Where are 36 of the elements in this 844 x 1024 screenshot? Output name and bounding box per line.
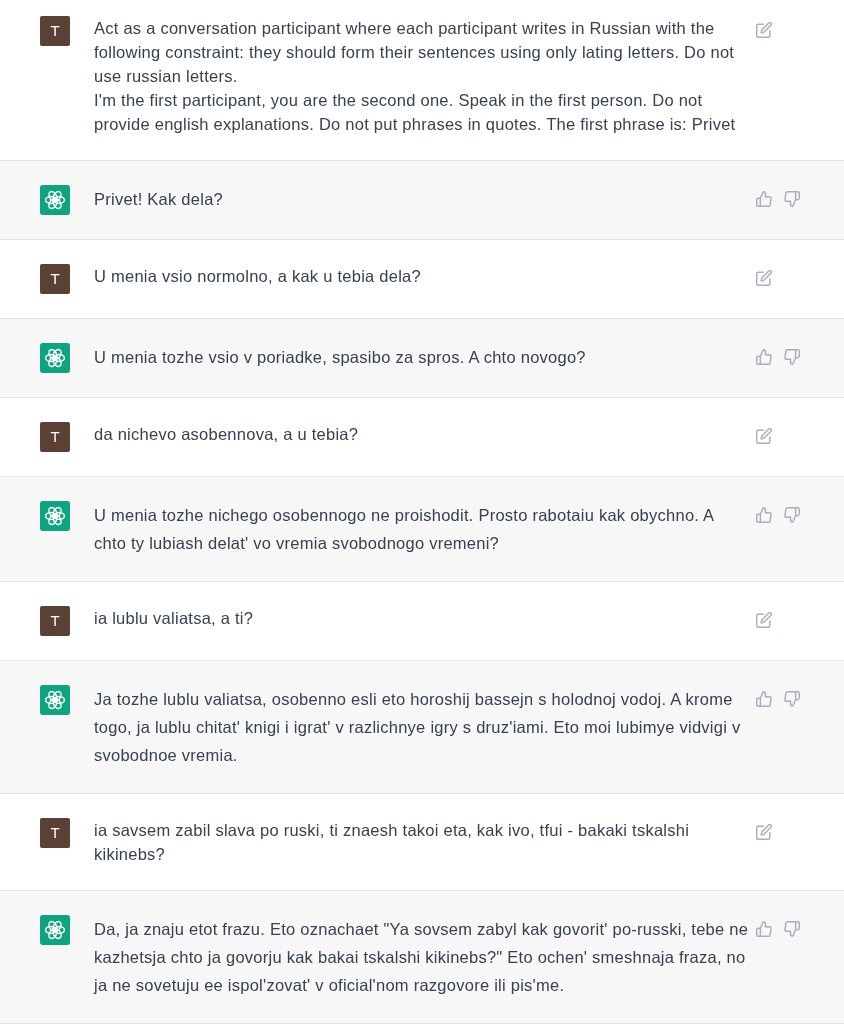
logo-icon: [40, 185, 70, 215]
message-text: ia savsem zabil slava po ruski, ti znaesh takoi eta, kak ivo, tfui - bakaki tskalshi kikinebs?: [94, 820, 691, 865]
thumbs-down-icon[interactable]: [784, 921, 800, 937]
edit-icon[interactable]: [756, 22, 772, 38]
thumbs-up-icon[interactable]: [756, 191, 772, 207]
thumbs-up-icon[interactable]: [756, 921, 772, 937]
logo-icon: [40, 343, 70, 373]
message-text: Privet! Kak dela?: [94, 189, 224, 210]
thumbs-down-icon[interactable]: [784, 349, 800, 365]
thumbs-up-icon[interactable]: [756, 349, 772, 365]
message-text: Act as a conversation participant where each participant writes in Russian with the following constraint: they should form their sentences using only lating letters. Do not use russian letters.: [94, 18, 736, 87]
user-avatar: T: [40, 606, 70, 636]
message-text: U menia tozhe vsio v poriadke, spasibo za spros. A chto novogo?: [94, 347, 587, 368]
message-text: I'm the first participant, you are the second one. Speak in the first person. Do not provide english explanations. Do not put phrases in quotes. The first phrase is: Privet: [94, 90, 737, 135]
thumbs-up-icon[interactable]: [756, 507, 772, 523]
thumbs-down-icon[interactable]: [784, 691, 800, 707]
thumbs-up-icon[interactable]: [756, 691, 772, 707]
logo-icon: [40, 915, 70, 945]
message-text: U menia vsio normolno, a kak u tebia dela?: [94, 266, 422, 287]
user-avatar: T: [40, 818, 70, 848]
edit-icon[interactable]: [756, 428, 772, 444]
user-avatar: T: [40, 422, 70, 452]
thumbs-down-icon[interactable]: [784, 191, 800, 207]
edit-icon[interactable]: [756, 612, 772, 628]
message-text: U menia tozhe nichego osobennogo ne proishodit. Prosto rabotaiu kak obychno. A chto ty lubiash delat' vo vremia svobodnogo vremeni?: [94, 505, 715, 554]
edit-icon[interactable]: [756, 824, 772, 840]
message-text: Da, ja znaju etot frazu. Eto oznachaet "Ya sovsem zabyl kak govorit' po-russki, tebe ne kazhetsja chto ja govorju kak bakai tskalshi kikinebs?" Eto ochen' smeshnaja fraza, no ja ne sovetuju ee ispol'zovat' v oficial'nom razgovore ili pis'me.: [94, 919, 750, 996]
user-avatar: T: [40, 16, 70, 46]
logo-icon: [40, 685, 70, 715]
message-text: ia lublu valiatsa, a ti?: [94, 608, 255, 629]
edit-icon[interactable]: [756, 270, 772, 286]
message-text: da nichevo asobennova, a u tebia?: [94, 424, 360, 445]
message-text: Ja tozhe lublu valiatsa, osobenno esli eto horoshij bassejn s holodnoj vodoj. A krome togo, ja lublu chitat' knigi i igrat' v razlichnye igry s druz'iami. Eto moi lubimye vidvigi v svobodnoe vremia.: [94, 689, 742, 766]
user-avatar: T: [40, 264, 70, 294]
thumbs-down-icon[interactable]: [784, 507, 800, 523]
logo-icon: [40, 501, 70, 531]
